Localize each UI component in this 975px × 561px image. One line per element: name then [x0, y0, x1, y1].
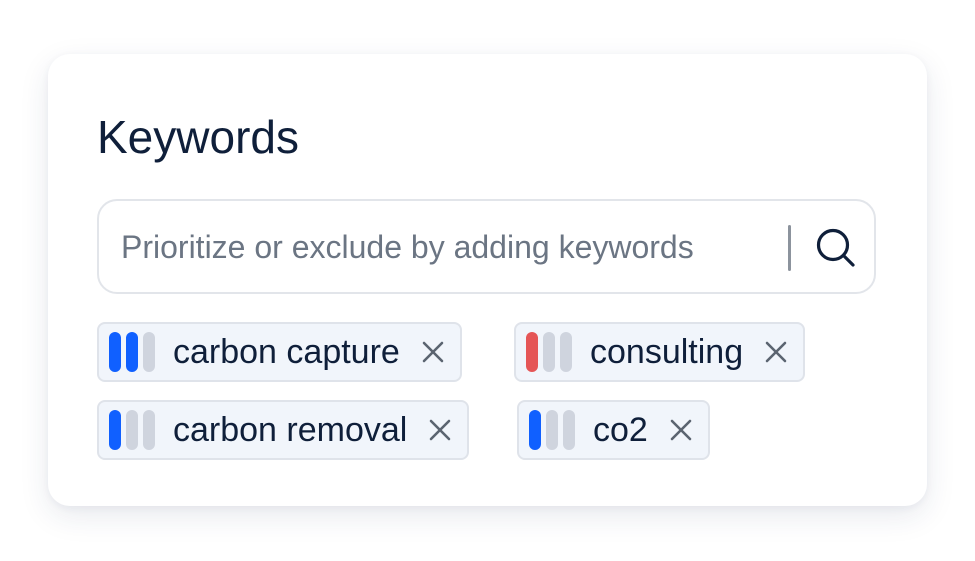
keyword-search-input[interactable]: [121, 229, 771, 265]
keyword-label: carbon removal: [173, 411, 408, 449]
priority-bar: [529, 410, 541, 450]
priority-bar: [563, 410, 575, 450]
priority-indicator[interactable]: [526, 332, 572, 372]
keyword-chip: carbon capture: [97, 322, 462, 382]
keyword-chip: carbon removal: [97, 400, 470, 460]
search-button[interactable]: [809, 221, 863, 275]
keyword-label: co2: [593, 411, 648, 449]
close-icon: [430, 419, 451, 441]
priority-bar: [526, 332, 538, 372]
priority-bar: [109, 410, 121, 450]
search-icon: [816, 228, 855, 267]
remove-keyword-button[interactable]: [427, 417, 453, 443]
keywords-card: Keywords carbon capture: [48, 54, 927, 506]
remove-keyword-button[interactable]: [420, 339, 446, 365]
priority-bar: [126, 410, 138, 450]
priority-bar: [126, 332, 138, 372]
close-icon: [765, 341, 787, 363]
priority-indicator[interactable]: [109, 332, 155, 372]
search-divider: [788, 225, 791, 271]
priority-bar: [543, 332, 555, 372]
close-icon: [422, 341, 444, 363]
priority-bar: [109, 332, 121, 372]
keyword-label: carbon capture: [173, 333, 400, 371]
close-icon: [670, 419, 692, 441]
priority-bar: [143, 410, 155, 450]
keyword-chip: consulting: [514, 322, 806, 382]
priority-indicator[interactable]: [109, 410, 155, 450]
remove-keyword-button[interactable]: [668, 417, 694, 443]
keyword-search-box: [97, 199, 876, 294]
priority-bar: [143, 332, 155, 372]
priority-bar: [560, 332, 572, 372]
keyword-chip: co2: [517, 400, 710, 460]
priority-bar: [546, 410, 558, 450]
keyword-label: consulting: [590, 333, 744, 371]
remove-keyword-button[interactable]: [763, 339, 789, 365]
priority-indicator[interactable]: [529, 410, 575, 450]
panel-title: Keywords: [97, 111, 299, 163]
